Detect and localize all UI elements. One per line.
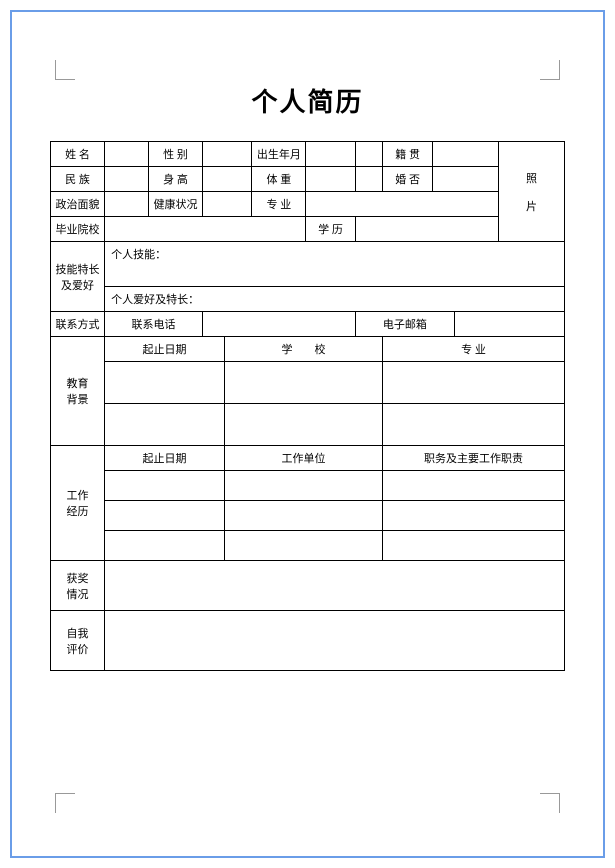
self-eval-value [105, 611, 565, 671]
crop-mark-bl [55, 793, 75, 813]
edu-major-header: 专 业 [383, 337, 565, 362]
email-label: 电子邮箱 [355, 312, 455, 337]
work-section-label: 工作经历 [51, 446, 105, 561]
name-value [105, 142, 149, 167]
row-awards: 获奖情况 [51, 561, 565, 611]
skills-header: 个人技能： [105, 242, 565, 287]
school-value [105, 217, 306, 242]
degree-label: 学 历 [306, 217, 355, 242]
row-work-header: 工作经历 起止日期 工作单位 职务及主要工作职责 [51, 446, 565, 471]
row-self-eval: 自我评价 [51, 611, 565, 671]
spacer-1 [355, 142, 382, 167]
work-company-header: 工作单位 [224, 446, 382, 471]
spacer-2 [355, 167, 382, 192]
row-work-1 [51, 471, 565, 501]
phone-label: 联系电话 [105, 312, 203, 337]
edu-school-1 [224, 362, 382, 404]
self-eval-label: 自我评价 [51, 611, 105, 671]
health-label: 健康状况 [148, 192, 202, 217]
phone-value [203, 312, 356, 337]
health-value [203, 192, 252, 217]
crop-mark-tr [540, 60, 560, 80]
school-label: 毕业院校 [51, 217, 105, 242]
row-contact: 联系方式 联系电话 电子邮箱 [51, 312, 565, 337]
politics-value [105, 192, 149, 217]
gender-label: 性 别 [148, 142, 202, 167]
work-date-3 [105, 531, 225, 561]
edu-date-header: 起止日期 [105, 337, 225, 362]
edu-date-1 [105, 362, 225, 404]
email-value [455, 312, 565, 337]
row-hobbies: 个人爱好及特长： [51, 287, 565, 312]
hobbies-header: 个人爱好及特长： [105, 287, 565, 312]
birth-label: 出生年月 [252, 142, 306, 167]
photo-label: 照片 [526, 173, 537, 213]
politics-label: 政治面貌 [51, 192, 105, 217]
contact-label: 联系方式 [51, 312, 105, 337]
edu-school-2 [224, 404, 382, 446]
row-name: 姓 名 性 别 出生年月 籍 贯 照片 [51, 142, 565, 167]
work-company-2 [224, 501, 382, 531]
resume-table: 姓 名 性 别 出生年月 籍 贯 照片 民 族 身 高 体 重 婚 否 政治面貌 [50, 141, 565, 671]
ethnicity-label: 民 族 [51, 167, 105, 192]
work-duty-1 [383, 471, 565, 501]
row-work-2 [51, 501, 565, 531]
row-edu-header: 教育背景 起止日期 学 校 专 业 [51, 337, 565, 362]
document-content: 个人简历 姓 名 性 别 出生年月 籍 贯 [50, 82, 565, 671]
edu-major-1 [383, 362, 565, 404]
crop-mark-tl [55, 60, 75, 80]
marriage-label: 婚 否 [383, 167, 433, 192]
native-value [433, 142, 499, 167]
gender-value [203, 142, 252, 167]
work-date-1 [105, 471, 225, 501]
height-value [203, 167, 252, 192]
row-politics: 政治面貌 健康状况 专 业 [51, 192, 565, 217]
row-skills: 技能特长及爱好 个人技能： [51, 242, 565, 287]
edu-date-2 [105, 404, 225, 446]
work-date-header: 起止日期 [105, 446, 225, 471]
height-label: 身 高 [148, 167, 202, 192]
ethnicity-value [105, 167, 149, 192]
edu-school-header: 学 校 [224, 337, 382, 362]
work-duty-3 [383, 531, 565, 561]
row-ethnicity: 民 族 身 高 体 重 婚 否 [51, 167, 565, 192]
photo-cell: 照片 [499, 142, 565, 242]
work-date-2 [105, 501, 225, 531]
row-school: 毕业院校 学 历 [51, 217, 565, 242]
crop-mark-br [540, 793, 560, 813]
major-value [306, 192, 499, 217]
weight-label: 体 重 [252, 167, 306, 192]
major-label: 专 业 [252, 192, 306, 217]
degree-value [355, 217, 498, 242]
row-work-3 [51, 531, 565, 561]
work-duty-header: 职务及主要工作职责 [383, 446, 565, 471]
birth-value [306, 142, 355, 167]
row-edu-2 [51, 404, 565, 446]
native-label: 籍 贯 [383, 142, 433, 167]
work-duty-2 [383, 501, 565, 531]
edu-major-2 [383, 404, 565, 446]
education-section-label: 教育背景 [51, 337, 105, 446]
work-company-3 [224, 531, 382, 561]
document-title: 个人简历 [50, 82, 565, 119]
skills-section-label: 技能特长及爱好 [51, 242, 105, 312]
work-company-1 [224, 471, 382, 501]
row-edu-1 [51, 362, 565, 404]
awards-label: 获奖情况 [51, 561, 105, 611]
marriage-value [433, 167, 499, 192]
weight-value [306, 167, 355, 192]
name-label: 姓 名 [51, 142, 105, 167]
awards-value [105, 561, 565, 611]
